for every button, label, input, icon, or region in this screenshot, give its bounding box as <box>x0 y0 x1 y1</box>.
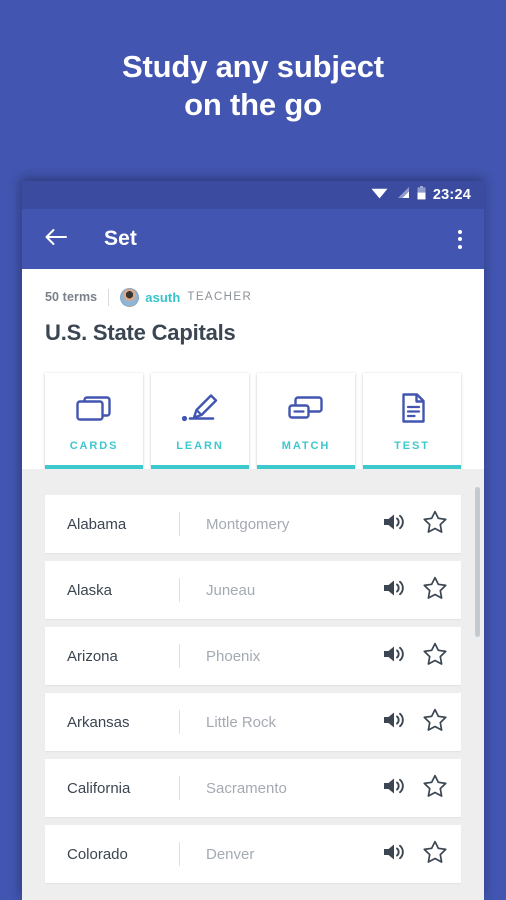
speaker-icon[interactable] <box>382 644 405 669</box>
table-row[interactable]: Alaska Juneau <box>45 561 461 619</box>
promo-headline-line-1: Study any subject <box>122 49 384 84</box>
row-actions <box>382 708 447 736</box>
row-actions <box>382 840 447 868</box>
row-actions <box>382 642 447 670</box>
row-divider <box>179 776 180 800</box>
mode-card-test[interactable]: TEST <box>363 373 461 469</box>
mode-card-match[interactable]: MATCH <box>257 373 355 469</box>
kebab-dot <box>458 237 462 241</box>
back-arrow-icon[interactable] <box>44 227 68 252</box>
set-header: 50 terms asuth TEACHER U.S. State Capita… <box>22 269 484 360</box>
speaker-icon[interactable] <box>382 512 405 537</box>
star-outline-icon[interactable] <box>423 774 447 802</box>
table-row[interactable]: California Sacramento <box>45 759 461 817</box>
term-count-label: 50 terms <box>45 290 98 304</box>
mode-card-label: LEARN <box>176 440 224 452</box>
overflow-menu-icon[interactable] <box>452 222 468 257</box>
promo-banner: Study any subject on the go <box>0 0 506 180</box>
definition-text: Sacramento <box>206 779 287 797</box>
star-outline-icon[interactable] <box>423 642 447 670</box>
table-row[interactable]: Arkansas Little Rock <box>45 693 461 751</box>
match-icon <box>286 386 326 430</box>
term-text: Alabama <box>67 515 127 533</box>
status-bar: 23:24 <box>22 181 484 209</box>
pencil-icon <box>180 386 220 430</box>
promo-headline-line-2: on the go <box>184 87 322 122</box>
meta-divider <box>108 288 110 306</box>
row-divider <box>179 578 180 602</box>
author-role-badge: TEACHER <box>187 291 253 303</box>
status-bar-clock: 23:24 <box>432 187 471 203</box>
definition-text: Juneau <box>206 581 256 599</box>
mode-card-cards[interactable]: CARDS <box>45 373 143 469</box>
row-divider <box>179 512 180 536</box>
app-bar-title: Set <box>104 227 137 250</box>
term-text: Arizona <box>67 647 118 665</box>
definition-text: Phoenix <box>206 647 261 665</box>
mode-card-label: CARDS <box>69 440 119 452</box>
avatar[interactable] <box>120 287 140 307</box>
speaker-icon[interactable] <box>382 842 405 867</box>
star-outline-icon[interactable] <box>423 576 447 604</box>
wifi-icon <box>371 186 388 204</box>
term-text: Alaska <box>67 581 113 599</box>
row-divider <box>179 644 180 668</box>
row-actions <box>382 774 447 802</box>
row-actions <box>382 510 447 538</box>
star-outline-icon[interactable] <box>423 840 447 868</box>
speaker-icon[interactable] <box>382 710 405 735</box>
app-bar: Set <box>22 209 484 269</box>
kebab-dot <box>458 244 462 249</box>
definition-text: Little Rock <box>206 713 277 731</box>
term-text: Colorado <box>67 845 128 863</box>
author-username[interactable]: asuth <box>145 290 180 305</box>
definition-text: Denver <box>206 845 255 863</box>
set-meta: 50 terms asuth TEACHER <box>45 287 461 307</box>
table-row[interactable]: Arizona Phoenix <box>45 627 461 685</box>
table-row[interactable]: Colorado Denver <box>45 825 461 883</box>
document-icon <box>392 386 432 430</box>
row-divider <box>179 842 180 866</box>
study-mode-cards: CARDS LEARN MATCH TEST <box>22 360 484 469</box>
star-outline-icon[interactable] <box>423 510 447 538</box>
cards-icon <box>74 386 114 430</box>
battery-icon <box>417 185 426 205</box>
page-title: U.S. State Capitals <box>45 320 236 345</box>
speaker-icon[interactable] <box>382 776 405 801</box>
signal-icon <box>395 186 410 204</box>
row-actions <box>382 576 447 604</box>
scrollbar-thumb[interactable] <box>475 487 480 637</box>
mode-card-label: TEST <box>394 440 430 452</box>
star-outline-icon[interactable] <box>423 708 447 736</box>
kebab-dot <box>458 229 462 234</box>
term-text: California <box>67 779 131 797</box>
mode-card-learn[interactable]: LEARN <box>151 373 249 469</box>
phone-frame: 23:24 Set 50 terms asuth TEACHER U.S. St… <box>22 181 484 900</box>
term-text: Arkansas <box>67 713 130 731</box>
mode-card-label: MATCH <box>281 440 331 452</box>
definition-text: Montgomery <box>206 515 290 533</box>
term-list: Alabama Montgomery Alaska Juneau Arizona… <box>22 469 484 900</box>
row-divider <box>179 710 180 734</box>
speaker-icon[interactable] <box>382 578 405 603</box>
table-row[interactable]: Alabama Montgomery <box>45 495 461 553</box>
